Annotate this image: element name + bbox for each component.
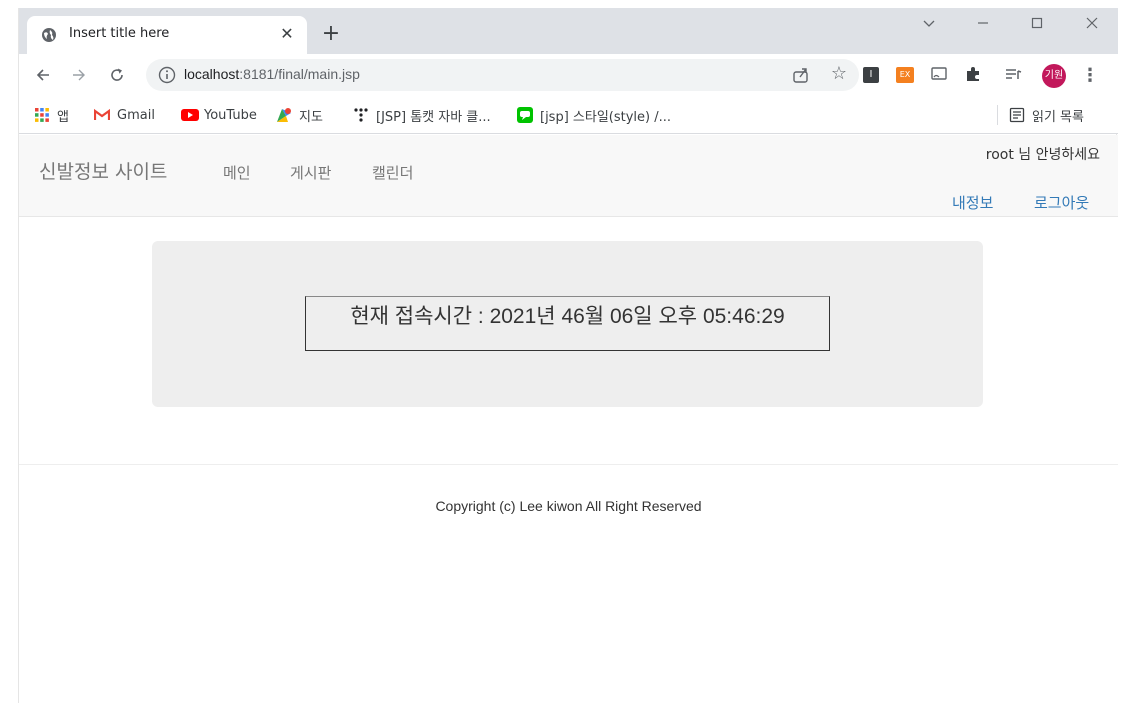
maximize-icon[interactable] xyxy=(1014,8,1060,44)
desktop-edge xyxy=(0,0,18,703)
dots-icon xyxy=(353,107,369,123)
tab-title: Insert title here xyxy=(69,26,170,41)
bookmark-jsp-tomcat[interactable]: [JSP] 톰캣 자바 클... xyxy=(353,105,491,125)
nav-link-main[interactable]: 메인 xyxy=(223,162,251,183)
nav-link-board[interactable]: 게시판 xyxy=(290,162,331,183)
reading-list-button[interactable]: 읽기 목록 xyxy=(1009,105,1084,125)
bookmark-jsp-style[interactable]: [jsp] 스타일(style) /... xyxy=(517,105,671,125)
share-icon[interactable] xyxy=(791,65,811,85)
menu-kebab-icon[interactable]: ⋮ xyxy=(1081,63,1099,89)
site-brand[interactable]: 신발정보 사이트 xyxy=(39,157,167,184)
chrome-window: Insert title here ✕ + localhost:8181/fin… xyxy=(18,8,1118,703)
footer-divider xyxy=(19,464,1118,465)
bookmark-label: [JSP] 톰캣 자바 클... xyxy=(376,109,491,125)
access-time-display: 현재 접속시간 : 2021년 46월 06일 오후 05:46:29 xyxy=(305,296,830,351)
gmail-icon xyxy=(93,107,111,123)
logout-link[interactable]: 로그아웃 xyxy=(1034,192,1089,213)
tab-close-icon[interactable]: ✕ xyxy=(277,24,297,44)
extensions-puzzle-icon[interactable] xyxy=(963,65,983,85)
apps-grid-icon xyxy=(34,107,50,123)
reload-icon[interactable] xyxy=(103,61,131,89)
extension-i-icon[interactable]: I xyxy=(861,65,881,85)
extension-ex-icon[interactable]: EX xyxy=(895,65,915,85)
page-viewport: 신발정보 사이트 메인 게시판 캘린더 root 님 안녕하세요 내정보 로그아… xyxy=(19,135,1118,703)
site-navbar: 신발정보 사이트 메인 게시판 캘린더 root 님 안녕하세요 내정보 로그아… xyxy=(19,135,1118,217)
bookmark-youtube[interactable]: YouTube xyxy=(181,105,257,125)
tab-strip: Insert title here ✕ + xyxy=(19,8,1118,54)
bookmark-apps[interactable]: 앱 xyxy=(34,105,69,125)
reading-list-label: 읽기 목록 xyxy=(1032,109,1084,125)
bookmark-label: Gmail xyxy=(117,107,155,123)
tab-active[interactable]: Insert title here ✕ xyxy=(27,16,307,54)
url-text: localhost:8181/final/main.jsp xyxy=(184,66,360,82)
minimize-icon[interactable] xyxy=(960,8,1006,44)
footer-copyright: Copyright (c) Lee kiwon All Right Reserv… xyxy=(435,498,702,514)
extension-cast-icon[interactable] xyxy=(929,65,949,85)
browser-window: Insert title here ✕ + localhost:8181/fin… xyxy=(0,0,1127,703)
bookmark-star-icon[interactable]: ☆ xyxy=(831,63,847,84)
window-close-icon[interactable] xyxy=(1069,8,1115,44)
bookmark-label: 앱 xyxy=(57,109,69,125)
bookmark-label: 지도 xyxy=(299,109,323,125)
maps-icon xyxy=(276,107,292,123)
reading-list-icon xyxy=(1009,107,1025,123)
jumbotron-panel: 현재 접속시간 : 2021년 46월 06일 오후 05:46:29 xyxy=(152,241,983,407)
browser-toolbar: localhost:8181/final/main.jsp ☆ I EX 기원 … xyxy=(19,54,1118,96)
bookmark-maps[interactable]: 지도 xyxy=(276,105,323,125)
user-greeting: root 님 안녕하세요 xyxy=(985,147,1100,163)
my-info-link[interactable]: 내정보 xyxy=(952,192,993,213)
line-chat-icon xyxy=(517,107,533,123)
reading-list-toolbar-icon[interactable] xyxy=(1003,65,1023,85)
globe-icon xyxy=(42,28,56,42)
profile-avatar[interactable]: 기원 xyxy=(1042,64,1066,88)
youtube-icon xyxy=(181,107,199,123)
tab-search-chevron-icon[interactable] xyxy=(906,8,952,44)
back-arrow-icon[interactable] xyxy=(29,61,57,89)
site-info-icon[interactable] xyxy=(158,66,176,84)
bookmarks-bar: 앱 Gmail YouTube 지도 [JSP] 톰캣 자바 클... [jsp… xyxy=(19,96,1118,134)
new-tab-button[interactable]: + xyxy=(317,20,345,48)
bookmark-label: YouTube xyxy=(204,107,257,123)
bookmarks-divider xyxy=(997,105,998,125)
bookmark-gmail[interactable]: Gmail xyxy=(93,105,155,125)
nav-link-calendar[interactable]: 캘린더 xyxy=(372,162,413,183)
forward-arrow-icon[interactable] xyxy=(65,61,93,89)
address-bar[interactable]: localhost:8181/final/main.jsp ☆ xyxy=(146,59,859,91)
bookmark-label: [jsp] 스타일(style) /... xyxy=(540,109,672,125)
